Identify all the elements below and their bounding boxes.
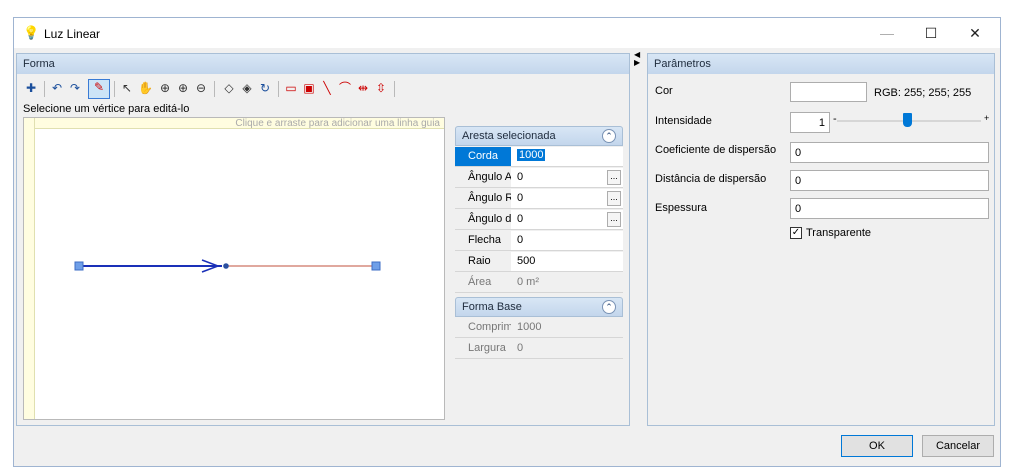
forma-base-header-label: Forma Base [462, 301, 522, 313]
flecha-label: Flecha [455, 231, 511, 250]
angulo-do-value[interactable]: 0 [517, 213, 523, 225]
intensidade-plus: + [984, 113, 990, 123]
row-angulo-ab[interactable]: Ângulo Ab 0 ... [455, 168, 623, 188]
title-bar: 💡 Luz Linear — ☐ ✕ [14, 18, 1000, 48]
forma-base-header: Forma Base ⌃ [455, 297, 623, 317]
arc-line-icon[interactable]: ⌒ [338, 81, 352, 95]
parametros-header: Parâmetros [648, 54, 994, 74]
angulo-re-more-button[interactable]: ... [607, 191, 621, 206]
diagonal-line-icon[interactable]: ╲ [320, 81, 334, 95]
window-title: Luz Linear [44, 27, 101, 41]
cancel-button[interactable]: Cancelar [922, 435, 994, 457]
row-raio[interactable]: Raio 500 [455, 252, 623, 272]
shape-rect-icon[interactable]: ▭ [284, 81, 298, 95]
transparente-label: Transparente [806, 227, 872, 239]
parametros-panel: Parâmetros Cor RGB: 255; 255; 255 Intens… [647, 53, 995, 426]
area-value: 0 m² [517, 276, 539, 288]
area-label: Área [455, 273, 511, 292]
light-bulb-icon: 💡 [23, 25, 40, 40]
pointer-icon[interactable]: ↖ [120, 81, 134, 95]
esp-label: Espessura [655, 202, 707, 214]
close-icon[interactable]: ✕ [955, 21, 995, 45]
vertex-start[interactable] [74, 261, 84, 271]
intensidade-label: Intensidade [655, 115, 712, 127]
intensidade-input[interactable]: 1 [790, 112, 830, 133]
row-area: Área 0 m² [455, 273, 623, 293]
maximize-icon[interactable]: ☐ [911, 21, 951, 45]
edit-vertex-icon[interactable]: ✎ [88, 79, 110, 99]
esp-input[interactable]: 0 [790, 198, 989, 219]
angulo-ab-label: Ângulo Ab [455, 168, 511, 187]
luz-linear-dialog: 💡 Luz Linear — ☐ ✕ Forma ✚ ↶ ↷ ✎ ↖ ✋ ⊕ ⊕… [13, 17, 1001, 467]
cor-rgb-text: RGB: 255; 255; 255 [874, 87, 972, 99]
shape-canvas[interactable]: Clique e arraste para adicionar uma linh… [23, 117, 445, 420]
angulo-do-more-button[interactable]: ... [607, 212, 621, 227]
forma-panel: Forma ✚ ↶ ↷ ✎ ↖ ✋ ⊕ ⊕ ⊖ ◇ ◈ ↻ ▭ ▣ ╲ ⌒ ⇹ … [16, 53, 630, 426]
corda-value[interactable]: 1000 [517, 149, 546, 161]
collapse-forma-base-icon[interactable]: ⌃ [602, 300, 616, 314]
corda-label: Corda [455, 147, 511, 166]
edge-midpoint [223, 263, 229, 269]
row-comprimento: Comprime 1000 [455, 318, 623, 338]
intensidade-slider-thumb[interactable] [903, 113, 912, 127]
mirror-horizontal-icon[interactable]: ⇹ [356, 81, 370, 95]
collapse-aresta-icon[interactable]: ⌃ [602, 129, 616, 143]
shape-frame-icon[interactable]: ▣ [302, 81, 316, 95]
angulo-do-label: Ângulo do [455, 210, 511, 229]
zoom-in-icon[interactable]: ⊕ [176, 81, 190, 95]
ok-button[interactable]: OK [841, 435, 913, 457]
mirror-vertical-icon[interactable]: ⇳ [374, 81, 388, 95]
dist-label: Distância de dispersão [655, 173, 767, 185]
largura-value: 0 [517, 342, 524, 354]
transparente-checkbox[interactable]: ✓ [790, 227, 802, 239]
cor-label: Cor [655, 85, 673, 97]
forma-hint: Selecione um vértice para editá-lo [23, 103, 190, 115]
pan-hand-icon[interactable]: ✋ [138, 81, 153, 95]
row-largura: Largura 0 [455, 339, 623, 359]
dist-input[interactable]: 0 [790, 170, 989, 191]
comprimento-label: Comprime [455, 318, 511, 337]
row-angulo-re[interactable]: Ângulo Re 0 ... [455, 189, 623, 209]
forma-header: Forma [17, 54, 629, 74]
row-flecha[interactable]: Flecha 0 [455, 231, 623, 251]
raio-value[interactable]: 500 [517, 255, 535, 267]
minimize-icon[interactable]: — [867, 21, 907, 45]
vertex-end[interactable] [371, 261, 381, 271]
flecha-value[interactable]: 0 [517, 234, 523, 246]
angulo-ab-value[interactable]: 0 [517, 171, 523, 183]
aresta-header: Aresta selecionada ⌃ [455, 126, 623, 146]
splitter-arrows-icon[interactable]: ◀ ▶ [634, 51, 640, 67]
color-swatch[interactable] [790, 82, 867, 102]
forma-toolbar: ✚ ↶ ↷ ✎ ↖ ✋ ⊕ ⊕ ⊖ ◇ ◈ ↻ ▭ ▣ ╲ ⌒ ⇹ ⇳ [24, 79, 524, 99]
row-corda[interactable]: Corda 1000 [455, 147, 623, 167]
aresta-header-label: Aresta selecionada [462, 130, 556, 142]
undo-icon[interactable]: ↶ [50, 81, 64, 95]
row-angulo-do[interactable]: Ângulo do 0 ... [455, 210, 623, 230]
shape-drawing [74, 259, 381, 273]
coef-input[interactable]: 0 [790, 142, 989, 163]
rotate-icon[interactable]: ↻ [258, 81, 272, 95]
largura-label: Largura [455, 339, 511, 358]
redo-icon[interactable]: ↷ [68, 81, 82, 95]
angulo-ab-more-button[interactable]: ... [607, 170, 621, 185]
angulo-re-label: Ângulo Re [455, 189, 511, 208]
coef-label: Coeficiente de dispersão [655, 144, 777, 156]
zoom-out-icon[interactable]: ⊖ [194, 81, 208, 95]
add-vertex-icon[interactable]: ◇ [222, 81, 236, 95]
zoom-extents-icon[interactable]: ⊕ [158, 81, 172, 95]
raio-label: Raio [455, 252, 511, 271]
intensidade-minus: - [833, 113, 837, 125]
comprimento-value: 1000 [517, 321, 542, 333]
angulo-re-value[interactable]: 0 [517, 192, 523, 204]
remove-vertex-icon[interactable]: ◈ [240, 81, 254, 95]
new-icon[interactable]: ✚ [24, 81, 38, 95]
